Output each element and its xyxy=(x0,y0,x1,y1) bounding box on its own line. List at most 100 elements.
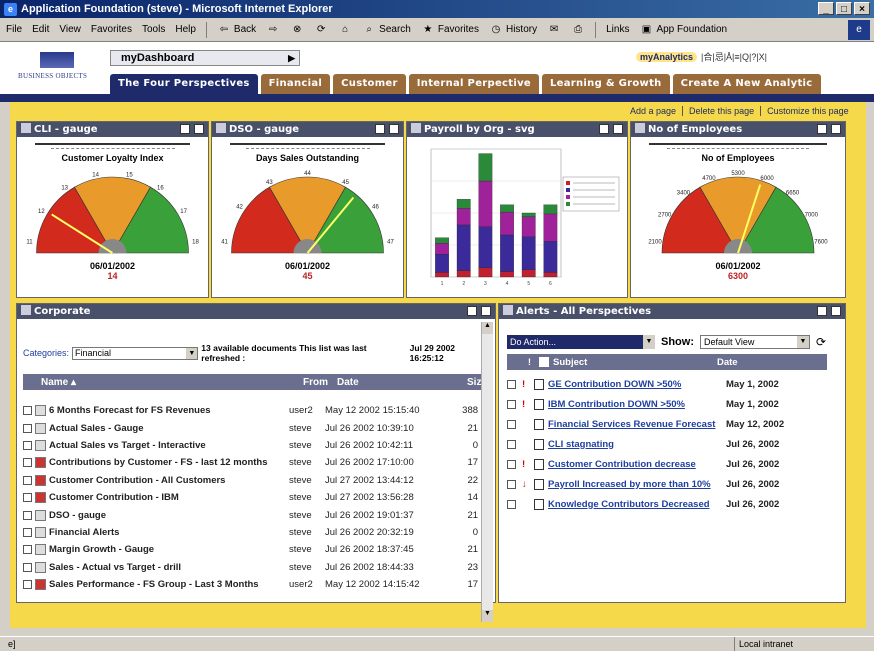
category-select[interactable]: Financial xyxy=(72,346,199,360)
column-from[interactable]: From xyxy=(303,377,337,388)
customize-page-link[interactable]: Customize this page xyxy=(760,106,849,116)
close-button[interactable]: × xyxy=(854,2,870,15)
alert-subject[interactable]: GE Contribution DOWN >50% xyxy=(548,379,726,390)
maximize-panel-button[interactable] xyxy=(831,124,841,134)
delete-page-link[interactable]: Delete this page xyxy=(682,106,754,116)
table-row[interactable]: DSO - gauge steve Jul 26 2002 19:01:37 21 K xyxy=(23,506,493,523)
row-checkbox[interactable] xyxy=(23,527,32,537)
add-page-link[interactable]: Add a page xyxy=(630,106,676,116)
maximize-panel-button[interactable] xyxy=(613,124,623,134)
my-analytics-link[interactable]: myAnalytics xyxy=(636,51,698,62)
document-name[interactable]: Contributions by Customer - FS - last 12… xyxy=(49,457,289,468)
row-checkbox[interactable] xyxy=(23,423,32,433)
table-row[interactable]: Customer Contribution - All Customers ste… xyxy=(23,472,493,489)
scroll-up-icon[interactable]: ▲ xyxy=(482,322,493,334)
row-checkbox[interactable] xyxy=(23,580,32,590)
tab-internal[interactable]: Internal Perpective xyxy=(408,74,539,94)
document-name[interactable]: Sales Performance - FS Group - Last 3 Mo… xyxy=(49,579,289,590)
table-row[interactable]: 6 Months Forecast for FS Revenues user2 Ma… xyxy=(23,402,493,419)
column-priority[interactable]: ! xyxy=(507,357,531,368)
row-checkbox[interactable] xyxy=(507,419,516,429)
stop-icon[interactable]: ⊗ xyxy=(290,23,304,37)
minimize-panel-button[interactable] xyxy=(467,306,477,316)
row-checkbox[interactable] xyxy=(23,406,32,416)
maximize-panel-button[interactable] xyxy=(194,124,204,134)
tab-learning-growth[interactable]: Learning & Growth xyxy=(541,74,670,94)
maximize-button[interactable]: □ xyxy=(836,2,852,15)
favorites-button[interactable]: ★ Favorites xyxy=(421,23,479,37)
row-checkbox[interactable] xyxy=(23,562,32,572)
tab-four-perspectives[interactable]: The Four Perspectives xyxy=(110,74,258,94)
menu-edit[interactable]: Edit xyxy=(32,24,49,35)
refresh-icon[interactable]: ⟳ xyxy=(314,23,328,37)
table-row[interactable]: Sales - Actual vs Target - drill steve Jul… xyxy=(23,559,493,576)
row-checkbox[interactable] xyxy=(507,399,516,409)
tab-create-analytic[interactable]: Create A New Analytic xyxy=(672,74,821,94)
document-name[interactable]: Sales - Actual vs Target - drill xyxy=(49,562,289,573)
document-name[interactable]: Customer Contribution - All Customers xyxy=(49,475,289,486)
menu-favorites[interactable]: Favorites xyxy=(91,24,132,35)
scroll-down-icon[interactable]: ▼ xyxy=(482,610,493,622)
row-checkbox[interactable] xyxy=(507,499,516,509)
alert-row[interactable]: Financial Services Revenue Forecast May 1… xyxy=(507,414,837,434)
table-row[interactable]: Contributions by Customer - FS - last 12… xyxy=(23,454,493,471)
maximize-panel-button[interactable] xyxy=(389,124,399,134)
column-date[interactable]: Date xyxy=(717,357,738,368)
minimize-panel-button[interactable] xyxy=(375,124,385,134)
column-date[interactable]: Date xyxy=(337,377,467,388)
row-checkbox[interactable] xyxy=(23,458,32,468)
document-name[interactable]: Actual Sales vs Target - Interactive xyxy=(49,440,289,451)
history-button[interactable]: ◷ History xyxy=(489,23,538,37)
search-button[interactable]: ⌕ Search xyxy=(362,23,411,37)
back-button[interactable]: ⇦ Back xyxy=(217,23,256,37)
document-name[interactable]: Margin Growth - Gauge xyxy=(49,544,289,555)
column-subject[interactable]: Subject xyxy=(553,357,717,368)
alert-subject[interactable]: Knowledge Contributors Decreased xyxy=(548,499,726,510)
minimize-panel-button[interactable] xyxy=(817,306,827,316)
alert-row[interactable]: Knowledge Contributors Decreased Jul 26, … xyxy=(507,494,837,514)
alert-subject[interactable]: Payroll Increased by more than 10% xyxy=(548,479,726,490)
row-checkbox[interactable] xyxy=(23,475,32,485)
minimize-button[interactable]: _ xyxy=(818,2,834,15)
row-checkbox[interactable] xyxy=(23,545,32,555)
tab-customer[interactable]: Customer xyxy=(333,74,406,94)
menu-help[interactable]: Help xyxy=(175,24,196,35)
alert-row[interactable]: ! Customer Contribution decrease Jul 26, 2… xyxy=(507,454,837,474)
links-label[interactable]: Links xyxy=(606,24,629,35)
maximize-panel-button[interactable] xyxy=(481,306,491,316)
minimize-panel-button[interactable] xyxy=(599,124,609,134)
minimize-panel-button[interactable] xyxy=(180,124,190,134)
view-select[interactable]: Default View xyxy=(700,335,810,349)
table-row[interactable]: Customer Contribution - IBM steve Jul 27 2… xyxy=(23,489,493,506)
table-row[interactable]: Financial Alerts steve Jul 26 2002 20:32:1… xyxy=(23,524,493,541)
alert-subject[interactable]: Financial Services Revenue Forecast xyxy=(548,419,726,430)
business-objects-logo[interactable]: BUSINESS OBJECTS xyxy=(18,52,98,82)
menu-tools[interactable]: Tools xyxy=(142,24,165,35)
corporate-scrollbar[interactable]: ▲ ▼ xyxy=(481,322,493,622)
row-checkbox[interactable] xyxy=(23,510,32,520)
print-icon[interactable]: ⎙ xyxy=(571,23,585,37)
tab-financial[interactable]: Financial xyxy=(260,74,331,94)
document-name[interactable]: Customer Contribution - IBM xyxy=(49,492,289,503)
row-checkbox[interactable] xyxy=(507,439,516,449)
alert-row[interactable]: ! GE Contribution DOWN >50% May 1, 2002 xyxy=(507,374,837,394)
minimize-panel-button[interactable] xyxy=(817,124,827,134)
row-checkbox[interactable] xyxy=(507,459,516,469)
do-action-select[interactable]: Do Action... xyxy=(507,335,655,349)
alert-subject[interactable]: Customer Contribution decrease xyxy=(548,459,726,470)
table-row[interactable]: Actual Sales - Gauge steve Jul 26 2002 10:… xyxy=(23,419,493,436)
row-checkbox[interactable] xyxy=(23,493,32,503)
home-icon[interactable]: ⌂ xyxy=(338,23,352,37)
document-name[interactable]: Actual Sales - Gauge xyxy=(49,423,289,434)
document-name[interactable]: Financial Alerts xyxy=(49,527,289,538)
forward-arrow-icon[interactable]: ⇨ xyxy=(266,23,280,37)
menu-file[interactable]: File xyxy=(6,24,22,35)
row-checkbox[interactable] xyxy=(507,479,516,489)
alert-subject[interactable]: CLI stagnating xyxy=(548,439,726,450)
alert-row[interactable]: CLI stagnating Jul 26, 2002 xyxy=(507,434,837,454)
app-foundation-link[interactable]: ▣ App Foundation xyxy=(639,23,727,37)
row-checkbox[interactable] xyxy=(507,379,516,389)
refresh-icon[interactable]: ⟳ xyxy=(816,335,826,349)
document-name[interactable]: DSO - gauge xyxy=(49,510,289,521)
alert-row[interactable]: ↓ Payroll Increased by more than 10% Jul 2… xyxy=(507,474,837,494)
